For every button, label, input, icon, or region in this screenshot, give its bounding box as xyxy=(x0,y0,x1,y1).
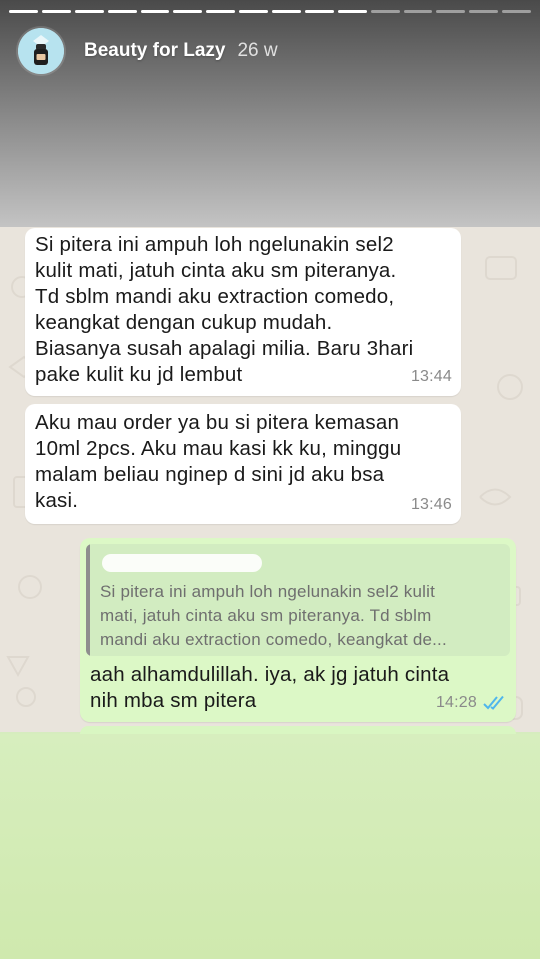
story-username[interactable]: Beauty for Lazy xyxy=(84,40,225,62)
progress-segment xyxy=(502,10,531,13)
double-check-icon xyxy=(483,695,504,710)
progress-segment xyxy=(107,10,137,13)
progress-segment xyxy=(469,10,499,13)
progress-segment xyxy=(239,10,268,13)
progress-segment xyxy=(206,10,236,13)
progress-segment xyxy=(173,10,203,13)
progress-segment xyxy=(9,10,38,13)
story-progress-bar xyxy=(9,10,531,13)
progress-segment xyxy=(304,10,334,13)
incoming-message-2[interactable]: Aku mau order ya bu si pitera kemasan 10… xyxy=(25,404,461,524)
message-text: Aku mau order ya bu si pitera kemasan 10… xyxy=(35,411,402,512)
quoted-sender-name-redacted xyxy=(102,554,262,572)
progress-segment xyxy=(140,10,170,13)
incoming-message-1[interactable]: Si pitera ini ampuh loh ngelunakin sel2 … xyxy=(25,228,461,396)
quote-accent-bar xyxy=(86,544,90,656)
progress-segment xyxy=(272,10,301,13)
progress-segment xyxy=(337,10,367,13)
progress-segment xyxy=(403,10,433,13)
story-time-ago: 26 w xyxy=(237,40,278,61)
quoted-message[interactable]: Si pitera ini ampuh loh ngelunakin sel2 … xyxy=(86,544,510,656)
progress-segment xyxy=(41,10,71,13)
message-text: Si pitera ini ampuh loh ngelunakin sel2 … xyxy=(35,233,414,386)
progress-segment xyxy=(370,10,400,13)
story-header: Beauty for Lazy 26 w xyxy=(18,28,278,74)
avatar[interactable] xyxy=(18,28,64,74)
avatar-logo-icon xyxy=(18,28,64,74)
next-message-edge xyxy=(80,726,516,734)
message-time-status: 14:28 xyxy=(436,690,507,716)
message-time: 13:44 xyxy=(410,368,452,385)
progress-segment xyxy=(74,10,104,13)
message-time: 14:28 xyxy=(435,694,477,711)
outgoing-message[interactable]: Si pitera ini ampuh loh ngelunakin sel2 … xyxy=(80,538,516,722)
message-time: 13:46 xyxy=(410,496,452,513)
progress-segment xyxy=(436,10,466,13)
quoted-text: Si pitera ini ampuh loh ngelunakin sel2 … xyxy=(100,582,447,649)
